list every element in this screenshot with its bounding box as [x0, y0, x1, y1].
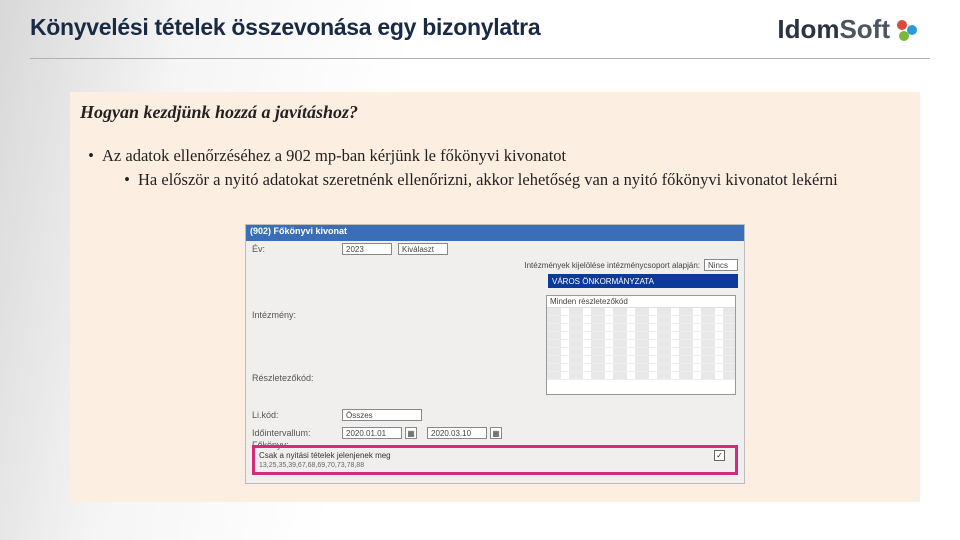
- only-opening-entries-checkbox[interactable]: ✓: [714, 450, 725, 461]
- date-from-field[interactable]: 2020.01.01: [342, 427, 402, 439]
- brand-dots-icon: [894, 17, 920, 43]
- brand-bold: Idom: [777, 14, 839, 45]
- list-item[interactable]: [547, 332, 735, 340]
- app-screenshot: (902) Főkönyvi kivonat Év: 2023 Kiválasz…: [245, 224, 745, 484]
- select-button[interactable]: Kiválaszt: [398, 243, 448, 255]
- bullet-icon: •: [116, 170, 138, 190]
- list-item[interactable]: [547, 340, 735, 348]
- li-code-label: Li.kód:: [252, 410, 342, 420]
- list-item[interactable]: [547, 372, 735, 380]
- panel-subheading: Hogyan kezdjünk hozzá a javításhoz?: [80, 102, 358, 123]
- li-code-field[interactable]: Összes: [342, 409, 422, 421]
- list-item[interactable]: [547, 308, 735, 316]
- year-label: Év:: [252, 244, 342, 254]
- detail-code-list[interactable]: Minden részletezőkód: [546, 295, 736, 395]
- bullet-2-text: Ha először a nyitó adatokat szeretnénk e…: [138, 170, 838, 190]
- header-divider: [30, 58, 930, 59]
- list-item[interactable]: [547, 316, 735, 324]
- list-item[interactable]: [547, 324, 735, 332]
- calendar-icon[interactable]: ▦: [405, 427, 417, 439]
- institution-label: Intézmény:: [252, 310, 342, 320]
- bullet-level-1: • Az adatok ellenőrzéséhez a 902 mp-ban …: [80, 146, 900, 166]
- detail-code-label: Részletezőkód:: [252, 373, 342, 383]
- window-titlebar: (902) Főkönyvi kivonat: [246, 225, 744, 241]
- list-item[interactable]: [547, 364, 735, 372]
- list-item[interactable]: [547, 356, 735, 364]
- bullet-level-2: • Ha először a nyitó adatokat szeretnénk…: [116, 170, 900, 190]
- highlight-box: Csak a nyitási tételek jelenjenek meg ✓ …: [252, 445, 738, 475]
- date-to-field[interactable]: 2020.03.10: [427, 427, 487, 439]
- calendar-icon[interactable]: ▦: [490, 427, 502, 439]
- list-header: Minden részletezőkód: [547, 296, 735, 308]
- year-field[interactable]: 2023: [342, 243, 392, 255]
- only-opening-entries-label: Csak a nyitási tételek jelenjenek meg: [259, 451, 391, 460]
- brand-light: Soft: [839, 14, 890, 45]
- slide-title: Könyvelési tételek összevonása egy bizon…: [30, 14, 540, 41]
- brand-logo: IdomSoft: [777, 14, 920, 45]
- bullet-list: • Az adatok ellenőrzéséhez a 902 mp-ban …: [80, 146, 900, 190]
- content-panel: Hogyan kezdjünk hozzá a javításhoz? • Az…: [70, 92, 920, 502]
- highlight-sub-text: 13,25,35,39,67,68,69,70,73,78,88: [255, 462, 735, 469]
- bullet-1-text: Az adatok ellenőrzéséhez a 902 mp-ban ké…: [102, 146, 566, 166]
- bullet-icon: •: [80, 146, 102, 166]
- selected-org[interactable]: VÁROS ÖNKORMÁNYZATA: [548, 274, 738, 288]
- org-group-field[interactable]: Nincs: [704, 259, 738, 271]
- list-item[interactable]: [547, 348, 735, 356]
- org-group-label: Intézmények kijelölése intézménycsoport …: [524, 261, 700, 270]
